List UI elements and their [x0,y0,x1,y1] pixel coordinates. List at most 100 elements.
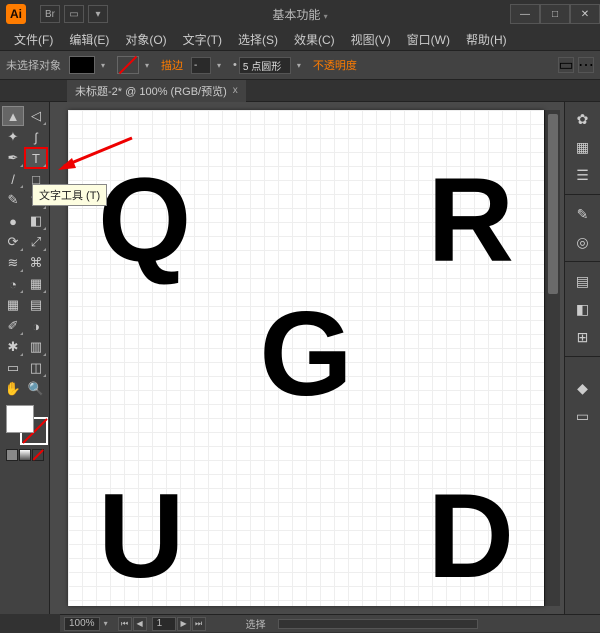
panel-symbols-icon[interactable]: ◎ [569,229,597,255]
status-bar: 100% ▾ ⏮ ◀ 1 ▶ ⏭ 选择 [60,614,600,632]
menu-file[interactable]: 文件(F) [6,29,61,50]
tooltip-type-tool: 文字工具 (T) [32,184,107,206]
doc-setup-icon[interactable]: ▭ [558,57,574,73]
zoom-field[interactable]: 100% [64,617,100,631]
doc-tab-bar: 未标题-2* @ 100% (RGB/预览) x [0,80,600,102]
panel-stroke-icon[interactable]: ▤ [569,268,597,294]
bridge-icon[interactable]: Br [40,5,60,23]
panel-brushes-icon[interactable]: ✎ [569,201,597,227]
workspace: ▲ ◁ ✦ ʃ ✒ T / □ ✎ ✎ ● ◧ ⟳ ⤢ ≋ ⌘ ◔ ▦ ▦ ▤ … [0,102,600,614]
tool-hand[interactable]: ✋ [2,379,24,399]
menu-type[interactable]: 文字(T) [175,29,230,50]
menu-select[interactable]: 选择(S) [230,29,286,50]
fill-swatch[interactable] [69,56,95,74]
control-bar: 未选择对象 ▾ ▾ 描边 - ▾ • 5 点圆形 ▾ 不透明度 ▭ ⋯ [0,50,600,80]
menu-effect[interactable]: 效果(C) [286,29,343,50]
text-object-D[interactable]: D [427,476,514,596]
color-mode-gradient[interactable] [19,449,31,461]
tool-free-transform[interactable]: ⌘ [25,253,47,273]
tool-direct-selection[interactable]: ◁ [25,106,47,126]
tool-symbol-sprayer[interactable]: ✱ [2,337,24,357]
menu-edit[interactable]: 编辑(E) [61,29,117,50]
brush-dropdown-icon[interactable]: ▾ [293,56,305,74]
tool-shape-builder[interactable]: ◔ [2,274,24,294]
artboard-nav-prev[interactable]: ◀ [133,617,147,631]
menu-window[interactable]: 窗口(W) [399,29,458,50]
tool-perspective[interactable]: ▦ [25,274,47,294]
pref-icon[interactable]: ⋯ [578,57,594,73]
artboard-nav-first[interactable]: ⏮ [118,617,132,631]
arrange2-icon[interactable]: ▾ [88,5,108,23]
fill-color-box[interactable] [6,405,34,433]
arrange-icon[interactable]: ▭ [64,5,84,23]
opacity-label[interactable]: 不透明度 [313,57,357,73]
menu-view[interactable]: 视图(V) [343,29,399,50]
fill-stroke-control[interactable] [6,405,48,445]
tool-rotate[interactable]: ⟳ [2,232,24,252]
artboard-nav-last[interactable]: ⏭ [192,617,206,631]
window-minimize[interactable]: — [510,4,540,24]
menu-object[interactable]: 对象(O) [117,29,174,50]
tool-type[interactable]: T [25,148,47,168]
panel-artboards-icon[interactable]: ▭ [569,403,597,429]
tool-eyedropper[interactable]: ✐ [2,316,24,336]
color-mode-solid[interactable] [6,449,18,461]
color-mode-none[interactable] [32,449,44,461]
stroke-weight-dropdown-icon[interactable]: ▾ [213,56,225,74]
panel-swatches-icon[interactable]: ▦ [569,134,597,160]
tool-pen[interactable]: ✒ [2,148,24,168]
text-object-G[interactable]: G [259,294,352,414]
zoom-dropdown-icon[interactable]: ▾ [100,615,112,633]
window-close[interactable]: ✕ [570,4,600,24]
tool-zoom[interactable]: 🔍 [25,379,47,399]
tool-eraser[interactable]: ◧ [25,211,47,231]
stroke-label[interactable]: 描边 [161,57,183,73]
app-logo: Ai [6,4,26,24]
artboard-nav-next[interactable]: ▶ [177,617,191,631]
tool-slice[interactable]: ◫ [25,358,47,378]
horizontal-scrollbar[interactable] [278,619,478,629]
doc-tab[interactable]: 未标题-2* @ 100% (RGB/预览) x [67,80,246,102]
tool-paintbrush[interactable]: ✎ [2,190,24,210]
tool-graph[interactable]: ▥ [25,337,47,357]
vertical-scrollbar[interactable] [544,110,560,606]
tool-blend[interactable]: ◑ [25,316,47,336]
tool-mesh[interactable]: ▦ [2,295,24,315]
menu-help[interactable]: 帮助(H) [458,29,515,50]
tool-magic-wand[interactable]: ✦ [2,127,24,147]
workspace-switcher[interactable]: 基本功能 [272,8,320,22]
menu-bar: 文件(F) 编辑(E) 对象(O) 文字(T) 选择(S) 效果(C) 视图(V… [0,28,600,50]
artboard-index-field[interactable]: 1 [152,617,176,631]
scrollbar-thumb[interactable] [548,114,558,294]
doc-tab-close[interactable]: x [233,85,238,96]
tool-artboard[interactable]: ▭ [2,358,24,378]
selection-state-label: 未选择对象 [6,57,61,73]
annotation-arrow [58,134,138,179]
panel-align-icon[interactable]: ⊞ [569,324,597,350]
tool-line[interactable]: / [2,169,24,189]
workspace-dropdown-icon[interactable]: ▾ [324,12,328,21]
toolbox: ▲ ◁ ✦ ʃ ✒ T / □ ✎ ✎ ● ◧ ⟳ ⤢ ≋ ⌘ ◔ ▦ ▦ ▤ … [0,102,50,614]
stroke-dropdown-icon[interactable]: ▾ [141,56,153,74]
stroke-weight-field[interactable]: - [191,57,211,74]
fill-dropdown-icon[interactable]: ▾ [97,56,109,74]
tool-selection[interactable]: ▲ [2,106,24,126]
panel-layers-icon[interactable]: ◆ [569,375,597,401]
tool-width[interactable]: ≋ [2,253,24,273]
text-object-R[interactable]: R [427,160,514,280]
tool-lasso[interactable]: ʃ [25,127,47,147]
tool-blob-brush[interactable]: ● [2,211,24,231]
dock-column-1: ✿ ▦ ☰ ✎ ◎ ▤ ◧ ⊞ ◆ ▭ [564,102,600,614]
panel-color-guide-icon[interactable]: ☰ [569,162,597,188]
tool-scale[interactable]: ⤢ [25,232,47,252]
panel-color-icon[interactable]: ✿ [569,106,597,132]
panel-transparency-icon[interactable]: ◧ [569,296,597,322]
tool-gradient[interactable]: ▤ [25,295,47,315]
window-maximize[interactable]: □ [540,4,570,24]
status-tool-label: 选择 [246,616,266,631]
text-object-U[interactable]: U [98,476,185,596]
stroke-swatch-none[interactable] [117,56,139,74]
brush-bullet: • [233,59,237,71]
artboard[interactable]: Q R G U D [68,110,544,606]
brush-field[interactable]: 5 点圆形 [239,57,291,74]
